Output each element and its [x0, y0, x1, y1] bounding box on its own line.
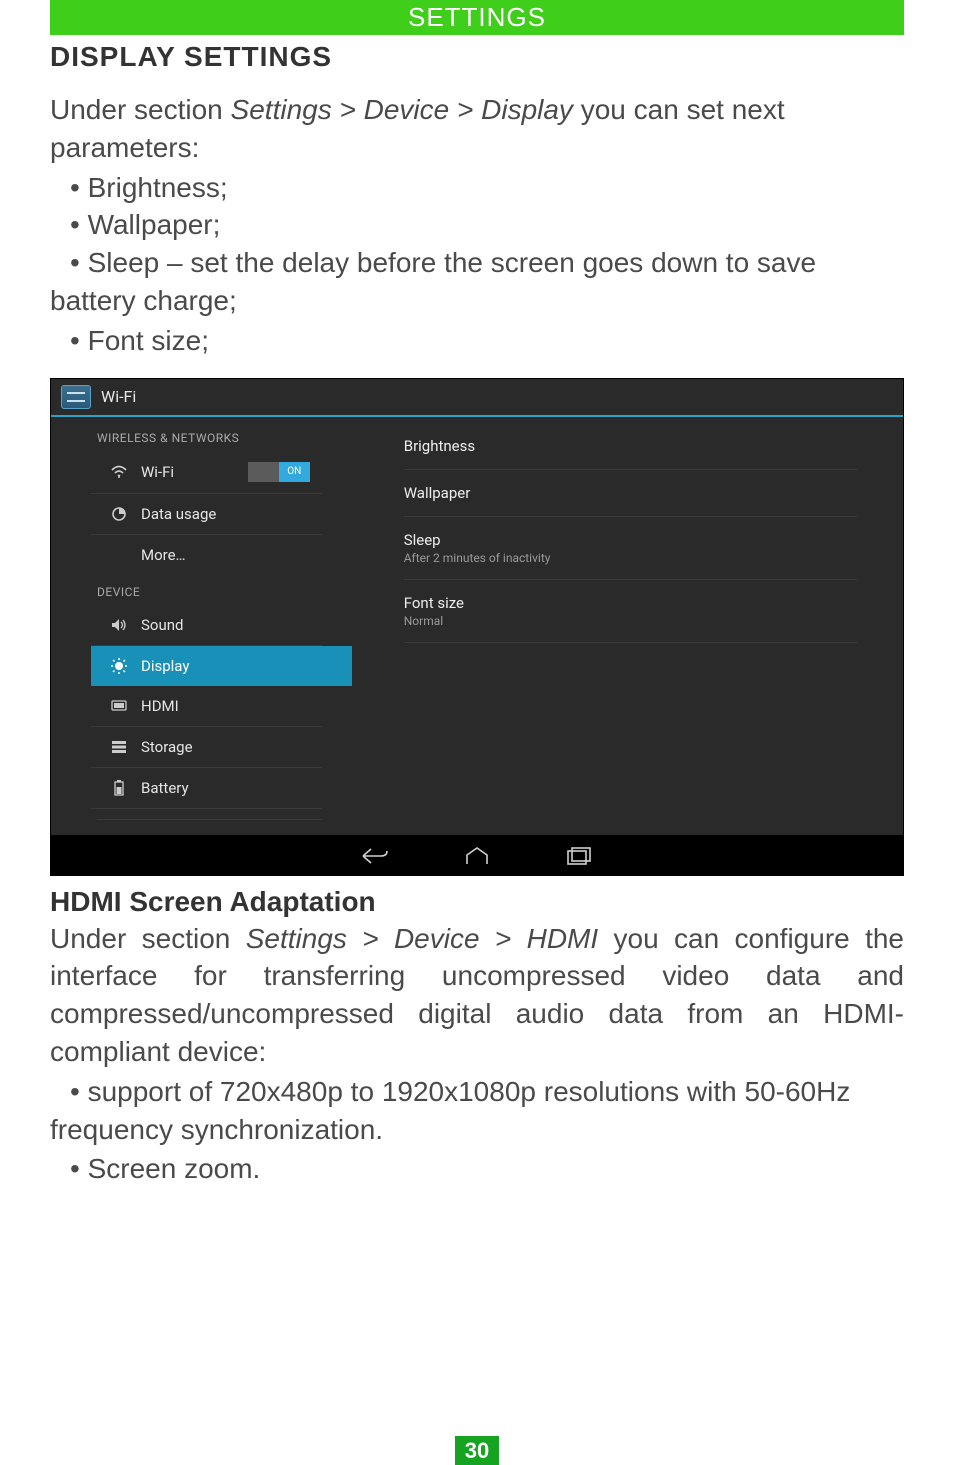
category-device-label: DEVICE	[51, 575, 358, 605]
sound-icon	[109, 618, 129, 632]
bullet-brightness: Brightness;	[50, 169, 904, 207]
detail-wallpaper[interactable]: Wallpaper	[404, 470, 857, 517]
detail-fontsize[interactable]: Font size Normal	[404, 580, 857, 643]
sidebar-battery-label: Battery	[141, 779, 189, 797]
settings-detail-pane: Brightness Wallpaper Sleep After 2 minut…	[358, 417, 903, 835]
section-heading-display-settings: DISPLAY SETTINGS	[50, 41, 904, 73]
page-number: 30	[455, 1436, 499, 1465]
bullet-sleep: • Sleep – set the delay before the scree…	[50, 244, 904, 320]
hdmi-breadcrumb: Settings > Device > HDMI	[246, 923, 598, 954]
detail-sleep[interactable]: Sleep After 2 minutes of inactivity	[404, 517, 857, 580]
wifi-toggle-on-label: ON	[279, 462, 310, 482]
storage-icon	[109, 741, 129, 753]
detail-brightness[interactable]: Brightness	[404, 423, 857, 470]
nav-recent-icon[interactable]	[564, 845, 594, 867]
sidebar-item-battery[interactable]: Battery	[91, 768, 322, 809]
detail-sleep-sub: After 2 minutes of inactivity	[404, 551, 857, 565]
sidebar-sound-label: Sound	[141, 616, 183, 634]
intro-breadcrumb: Settings > Device > Display	[231, 94, 573, 125]
page-number-badge: 30	[50, 1438, 904, 1464]
sidebar-item-storage[interactable]: Storage	[91, 727, 322, 768]
sidebar-display-label: Display	[141, 657, 189, 675]
sidebar-item-sound[interactable]: Sound	[91, 605, 322, 646]
screenshot-titlebar: Wi-Fi	[51, 379, 903, 415]
sidebar-item-wifi[interactable]: Wi-Fi ON	[91, 451, 322, 494]
bullet-sleep-text: Sleep – set the delay before the screen …	[50, 247, 816, 316]
bullet-screen-zoom: Screen zoom.	[50, 1150, 904, 1188]
wifi-toggle[interactable]: ON	[248, 462, 310, 482]
settings-wifi-icon	[61, 385, 91, 409]
screenshot-title: Wi-Fi	[101, 387, 136, 406]
sidebar-storage-label: Storage	[141, 738, 193, 756]
detail-brightness-title: Brightness	[404, 437, 857, 455]
nav-home-icon[interactable]	[462, 845, 492, 867]
sidebar-hdmi-label: HDMI	[141, 697, 179, 715]
detail-fontsize-sub: Normal	[404, 614, 857, 628]
android-settings-screenshot: Wi-Fi WIRELESS & NETWORKS Wi-Fi ON	[50, 378, 904, 876]
sidebar-more-label: More…	[141, 546, 186, 564]
sidebar-item-more[interactable]: More…	[91, 535, 322, 575]
intro-pre: Under section	[50, 94, 231, 125]
wifi-icon	[109, 466, 129, 478]
sidebar-data-usage-label: Data usage	[141, 505, 216, 523]
category-wireless-label: WIRELESS & NETWORKS	[51, 421, 358, 451]
detail-wallpaper-title: Wallpaper	[404, 484, 857, 502]
bullet-hdmi-resolutions-text: support of 720x480p to 1920x1080p resolu…	[50, 1076, 850, 1145]
sidebar-wifi-label: Wi-Fi	[141, 463, 174, 481]
intro-paragraph: Under section Settings > Device > Displa…	[50, 91, 904, 167]
settings-sidebar: WIRELESS & NETWORKS Wi-Fi ON Data	[51, 417, 358, 835]
android-navbar	[51, 835, 903, 875]
detail-sleep-title: Sleep	[404, 531, 857, 549]
data-usage-icon	[109, 507, 129, 521]
sidebar-item-data-usage[interactable]: Data usage	[91, 494, 322, 535]
bullet-hdmi-resolutions: • support of 720x480p to 1920x1080p reso…	[50, 1073, 904, 1149]
sidebar-item-hdmi[interactable]: HDMI	[91, 686, 322, 727]
sub-heading-hdmi: HDMI Screen Adaptation	[50, 886, 904, 918]
display-icon	[109, 658, 129, 674]
sidebar-item-display[interactable]: Display	[91, 646, 352, 686]
detail-fontsize-title: Font size	[404, 594, 857, 612]
hdmi-icon	[109, 700, 129, 712]
bullet-wallpaper: Wallpaper;	[50, 206, 904, 244]
bullet-fontsize: Font size;	[50, 322, 904, 360]
hdmi-paragraph: Under section Settings > Device > HDMI y…	[50, 920, 904, 1071]
nav-back-icon[interactable]	[360, 845, 390, 867]
battery-icon	[109, 780, 129, 796]
page-header-banner: SETTINGS	[50, 0, 904, 35]
hdmi-intro-pre: Under section	[50, 923, 246, 954]
